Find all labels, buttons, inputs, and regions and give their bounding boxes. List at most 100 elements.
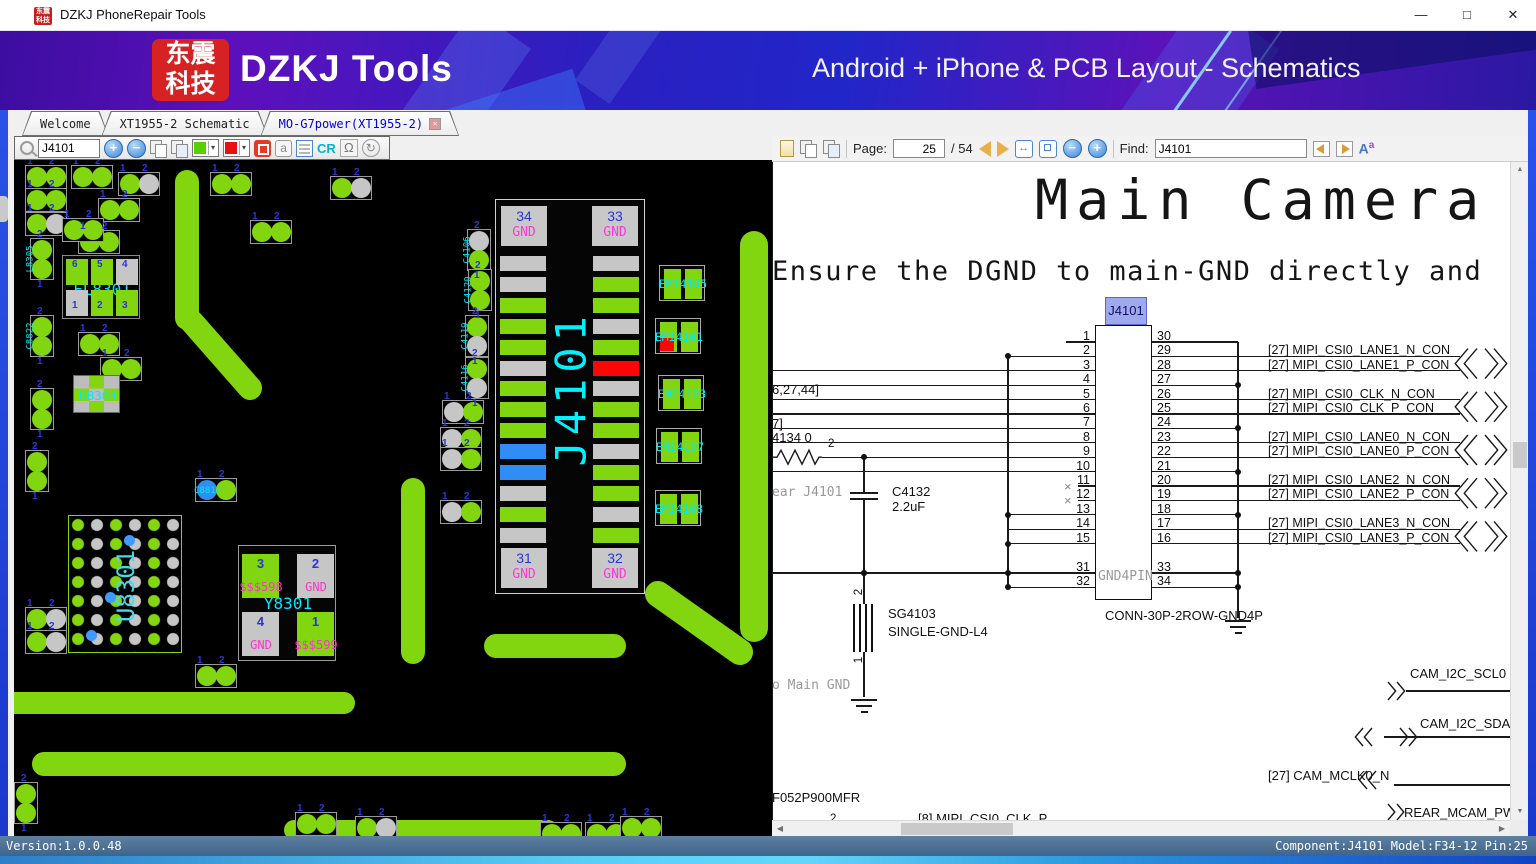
pl: C4119 bbox=[460, 322, 471, 350]
copy-view-icon[interactable] bbox=[150, 139, 167, 158]
pcb-part[interactable]: 12 bbox=[78, 323, 120, 356]
resistance-measure-icon[interactable]: Ω bbox=[339, 139, 358, 157]
pcb-part[interactable]: 12 bbox=[71, 160, 113, 189]
zoom-out-icon[interactable]: − bbox=[127, 138, 146, 158]
vertical-scrollbar[interactable]: ▲ ▼ bbox=[1510, 162, 1528, 820]
pcb-part-l8305[interactable]: 2 1 L8305 bbox=[26, 229, 54, 290]
zoom-in-icon[interactable]: + bbox=[104, 138, 123, 158]
pcb-component-emi4108[interactable]: EMI4108 bbox=[655, 490, 703, 526]
pcb-connector-j4101[interactable]: J4101 34 GND 33 GND 31 GND 32 GND bbox=[495, 199, 645, 594]
pcb-component-emi4105[interactable]: EMI4105 bbox=[659, 265, 707, 301]
scroll-down-arrow[interactable]: ▼ bbox=[1511, 804, 1529, 820]
pcb-part-c8814[interactable]: 1 2 C8814 bbox=[194, 469, 237, 502]
pcb-part[interactable]: 12 bbox=[620, 807, 662, 836]
pn: 2 bbox=[609, 813, 615, 824]
minimize-button[interactable]: — bbox=[1398, 0, 1444, 30]
tab-welcome[interactable]: Welcome bbox=[22, 111, 109, 136]
pcb-component-y8301[interactable]: Y8301 3 $$$598 2 GND 4 GND 1 $$$599 bbox=[238, 545, 338, 661]
wdot bbox=[1235, 570, 1241, 576]
scroll-up-arrow[interactable]: ▲ bbox=[1511, 162, 1529, 178]
tab-mo-g7power-xt1955-2-[interactable]: MO-G7power(XT1955-2) ✕ bbox=[261, 111, 460, 136]
page-total: / 54 bbox=[950, 141, 973, 156]
pn: 1 bbox=[80, 323, 86, 334]
pcb-search-input[interactable] bbox=[38, 138, 100, 158]
pcb-part[interactable]: 21 bbox=[14, 773, 38, 834]
pcb-component-emi4101[interactable]: EMI4101 bbox=[655, 318, 703, 354]
find-prev-icon[interactable] bbox=[1312, 140, 1330, 157]
fit-page-icon[interactable] bbox=[1038, 139, 1057, 158]
pcb-part[interactable]: 12 bbox=[295, 803, 337, 836]
pcb-part[interactable]: 12 bbox=[440, 438, 482, 471]
tab-close-icon[interactable]: ✕ bbox=[429, 118, 441, 130]
pcb-part[interactable]: 21 bbox=[30, 379, 54, 440]
prev-page-icon[interactable] bbox=[978, 140, 991, 157]
bd bbox=[86, 630, 97, 641]
pcb-part[interactable]: 12 bbox=[25, 203, 67, 236]
pcb-part[interactable]: 21 bbox=[25, 441, 49, 502]
layers-icon[interactable] bbox=[296, 139, 314, 157]
wdot bbox=[1005, 570, 1011, 576]
pcb-component-emi4103[interactable]: EMI4103 bbox=[658, 375, 706, 411]
pn: 2 bbox=[474, 220, 480, 231]
pcb-part[interactable]: 12 bbox=[195, 655, 237, 688]
top-layer-color-picker[interactable]: ▾ bbox=[192, 139, 220, 157]
horizontal-scrollbar[interactable]: ◀ ▶ bbox=[772, 820, 1510, 836]
tab-xt1955-2-schematic[interactable]: XT1955-2 Schematic bbox=[102, 111, 268, 136]
component-frame-icon[interactable] bbox=[254, 139, 272, 157]
pcb-component-u8303[interactable]: U8303 bbox=[73, 375, 120, 413]
schematic-page-view[interactable]: Main Camera Ensure the DGND to main-GND … bbox=[772, 162, 1510, 820]
pcb-part-c8822[interactable]: 2 1 C8822 bbox=[26, 306, 54, 367]
refresh-icon[interactable]: ↻ bbox=[361, 139, 380, 157]
pcb-part[interactable]: 12 bbox=[540, 813, 582, 836]
pn: 2 bbox=[219, 655, 225, 666]
maximize-button[interactable]: □ bbox=[1444, 0, 1490, 30]
pcb-part[interactable]: 12 bbox=[355, 807, 397, 836]
close-button[interactable]: ✕ bbox=[1490, 0, 1536, 30]
fit-width-icon[interactable]: ↔ bbox=[1014, 139, 1033, 158]
paste-view-icon[interactable] bbox=[171, 139, 188, 158]
font-case-icon[interactable]: Aa bbox=[1359, 140, 1375, 157]
document-icon[interactable] bbox=[780, 140, 794, 157]
vertical-scroll-thumb[interactable] bbox=[1513, 442, 1527, 468]
slabel: [27] MIPI_CSI0_LANE0_P_CON bbox=[1268, 444, 1450, 459]
pcb-component-u8301[interactable]: U8301 bbox=[68, 515, 182, 653]
bottom-layer-color-picker[interactable]: ▾ bbox=[223, 139, 251, 157]
scroll-left-arrow[interactable]: ◀ bbox=[772, 821, 788, 837]
pp bbox=[32, 390, 52, 410]
paste-page-icon[interactable] bbox=[823, 140, 840, 158]
pcb-part[interactable]: 12 bbox=[98, 189, 140, 222]
pcb-part[interactable]: 12 bbox=[440, 491, 482, 524]
wdot bbox=[861, 570, 867, 576]
sg bbox=[853, 604, 875, 652]
flp: 2 bbox=[91, 290, 113, 316]
label-toggle-icon[interactable]: a bbox=[275, 139, 293, 157]
scroll-right-arrow[interactable]: ▶ bbox=[1494, 821, 1510, 837]
pcb-board-view[interactable]: 1 2 1 2 1 2 1 2 1 2 1 2 1 2 1 2 1 2 1 2 1 2 2 1 L8305 2 1 C8822 2 1 2 1… bbox=[14, 160, 772, 836]
pn: 3 bbox=[122, 300, 128, 311]
pp bbox=[92, 167, 112, 187]
cr-toggle-button[interactable]: CR bbox=[317, 141, 336, 156]
app-logo-icon: 东震 科技 bbox=[34, 7, 52, 25]
pcb-part[interactable]: 12 bbox=[25, 621, 67, 654]
st: F052P900MFR bbox=[772, 790, 861, 805]
pcb-component-emi4107[interactable]: EMI4107 bbox=[656, 428, 704, 464]
find-input[interactable] bbox=[1154, 139, 1307, 158]
pcb-part[interactable]: 12 bbox=[330, 167, 372, 200]
pl: C8814 bbox=[194, 486, 222, 496]
find-next-icon[interactable] bbox=[1335, 140, 1353, 157]
page-input[interactable] bbox=[892, 139, 945, 158]
zoom-out-icon[interactable]: − bbox=[1062, 139, 1082, 158]
wl bbox=[772, 572, 1095, 574]
side-panel-handle[interactable] bbox=[0, 196, 8, 222]
pn: 1 bbox=[21, 823, 27, 834]
pcb-part[interactable]: 12 bbox=[210, 163, 252, 196]
connector-label: J4101 bbox=[546, 310, 596, 467]
zoom-in-icon[interactable]: + bbox=[1087, 139, 1107, 158]
pcb-part[interactable]: 12 bbox=[250, 211, 292, 244]
rpad bbox=[500, 465, 546, 480]
next-page-icon[interactable] bbox=[996, 140, 1009, 157]
pcb-component-fl8301[interactable]: FL8301654123 bbox=[62, 255, 140, 319]
horizontal-scroll-thumb[interactable] bbox=[901, 823, 1013, 835]
pcb-part-c4120[interactable]: 2 1 C4120 bbox=[464, 260, 492, 321]
copy-page-icon[interactable] bbox=[800, 140, 817, 158]
